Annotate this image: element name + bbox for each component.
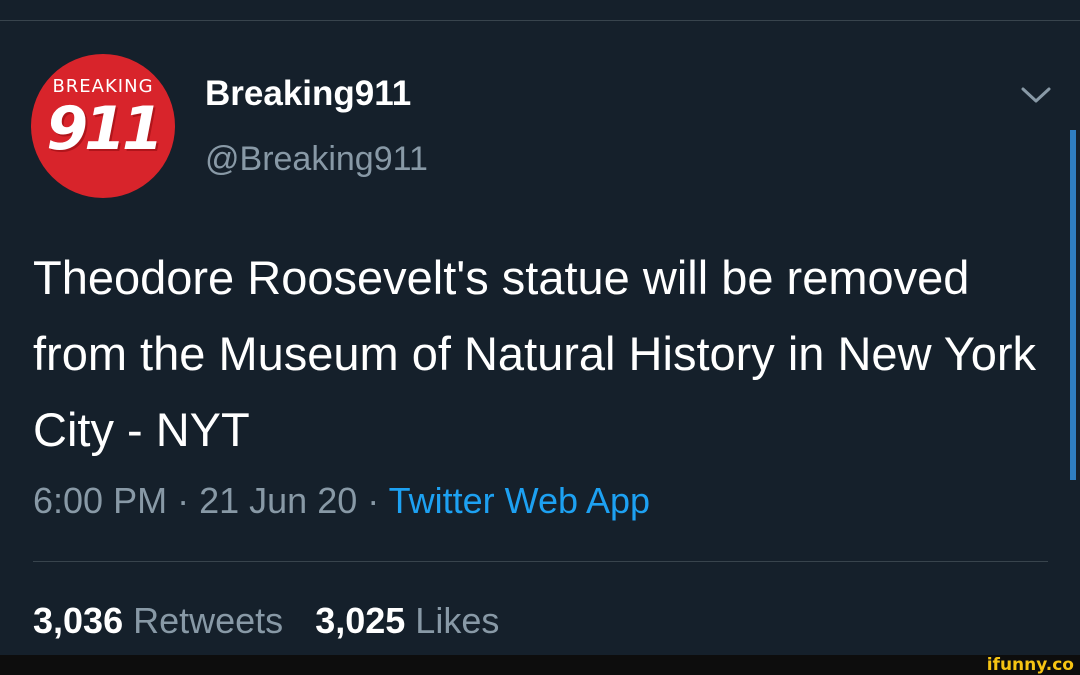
tweet-stats: 3,036 Retweets 3,025 Likes <box>33 600 499 642</box>
retweets-label: Retweets <box>133 600 284 641</box>
meta-separator: · <box>367 480 380 521</box>
avatar[interactable]: BREAKING 911 <box>31 54 175 198</box>
likes-stat[interactable]: 3,025 Likes <box>315 600 499 641</box>
meta-separator: · <box>177 480 190 521</box>
tweet-time[interactable]: 6:00 PM <box>33 480 167 521</box>
retweets-count: 3,036 <box>33 600 124 641</box>
scrollbar-thumb[interactable] <box>1070 130 1076 480</box>
footer-bar: ifunny.co <box>0 655 1080 675</box>
tweet-meta: 6:00 PM · 21 Jun 20 · Twitter Web App <box>33 480 650 522</box>
likes-count: 3,025 <box>315 600 406 641</box>
avatar-logo-number: 911 <box>46 94 163 164</box>
display-name[interactable]: Breaking911 <box>205 74 411 114</box>
retweets-stat[interactable]: 3,036 Retweets <box>33 600 283 641</box>
likes-label: Likes <box>415 600 500 641</box>
tweet-text: Theodore Roosevelt's statue will be remo… <box>33 251 1037 456</box>
stats-divider <box>33 561 1048 562</box>
tweet-source-link[interactable]: Twitter Web App <box>389 480 650 521</box>
tweet-date[interactable]: 21 Jun 20 <box>199 480 357 521</box>
user-handle[interactable]: @Breaking911 <box>205 140 428 179</box>
watermark-logo: ifunny.co <box>986 655 1074 675</box>
chevron-down-icon[interactable] <box>1019 84 1053 106</box>
tweet-card: BREAKING 911 Breaking911 @Breaking911 Th… <box>0 0 1080 655</box>
